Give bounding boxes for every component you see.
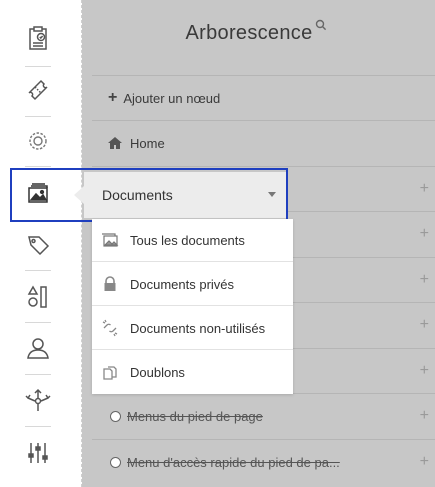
menu-item-label: Tous les documents xyxy=(130,232,245,248)
menu-item-label: Doublons xyxy=(130,365,185,380)
network-icon xyxy=(25,388,51,411)
menu-item-private-documents[interactable]: Documents privés xyxy=(92,263,293,306)
expand-plus-icon[interactable]: + xyxy=(420,180,429,198)
plus-icon: + xyxy=(108,89,118,106)
images-icon xyxy=(100,230,120,250)
expand-plus-icon[interactable]: + xyxy=(420,453,429,471)
expand-plus-icon[interactable]: + xyxy=(420,407,429,425)
sliders-nav-button[interactable] xyxy=(0,427,76,479)
user-icon xyxy=(27,338,49,359)
page-title: Arborescence xyxy=(185,22,313,44)
expand-plus-icon[interactable]: + xyxy=(420,271,429,289)
add-node-label: Ajouter un nœud xyxy=(123,90,221,106)
settings-nav-button[interactable] xyxy=(0,115,76,167)
shapes-icon xyxy=(27,285,47,308)
duplicate-icon xyxy=(100,363,120,383)
settings-icon xyxy=(29,132,47,150)
radio-icon[interactable] xyxy=(110,410,121,422)
expand-plus-icon[interactable]: + xyxy=(420,362,429,380)
broken-link-icon xyxy=(100,318,120,338)
radio-icon[interactable] xyxy=(110,456,121,468)
lock-icon xyxy=(100,274,120,294)
tree-item-footer-quick[interactable]: Menu d'accès rapide du pied de pa... + xyxy=(92,439,435,484)
menu-item-label: Documents privés xyxy=(130,276,235,292)
home-icon xyxy=(108,137,122,149)
tags-nav-button[interactable] xyxy=(0,219,76,271)
menu-item-duplicates[interactable]: Doublons xyxy=(92,351,293,394)
menu-item-unused-documents[interactable]: Documents non-utilisés xyxy=(92,307,293,350)
shapes-nav-button[interactable] xyxy=(0,271,76,323)
expand-plus-icon[interactable]: + xyxy=(420,225,429,243)
users-nav-button[interactable] xyxy=(0,322,76,374)
expand-plus-icon[interactable]: + xyxy=(420,316,429,334)
focus-highlight xyxy=(10,168,288,222)
content-nav-button[interactable] xyxy=(0,12,76,64)
home-label: Home xyxy=(130,135,165,151)
footer-quick-label: Menu d'accès rapide du pied de pa... xyxy=(127,454,340,470)
tree-item-home[interactable]: Home xyxy=(92,120,435,165)
tag-icon xyxy=(28,236,50,256)
footer-menus-label: Menus du pied de page xyxy=(127,408,263,424)
tree-item-footer-menus[interactable]: Menus du pied de page + xyxy=(92,393,435,438)
icon-rail xyxy=(0,0,82,487)
clipboard-icon xyxy=(29,26,47,50)
add-node-button[interactable]: + Ajouter un nœud xyxy=(92,75,435,120)
menu-item-all-documents[interactable]: Tous les documents xyxy=(92,219,293,262)
sliders-icon xyxy=(28,443,48,463)
ticket-nav-button[interactable] xyxy=(0,64,76,116)
menu-item-label: Documents non-utilisés xyxy=(130,320,266,336)
search-icon[interactable] xyxy=(315,19,327,31)
ticket-icon xyxy=(28,79,48,101)
documents-dropdown: Tous les documents Documents privés Docu… xyxy=(92,219,293,394)
network-nav-button[interactable] xyxy=(0,375,76,427)
